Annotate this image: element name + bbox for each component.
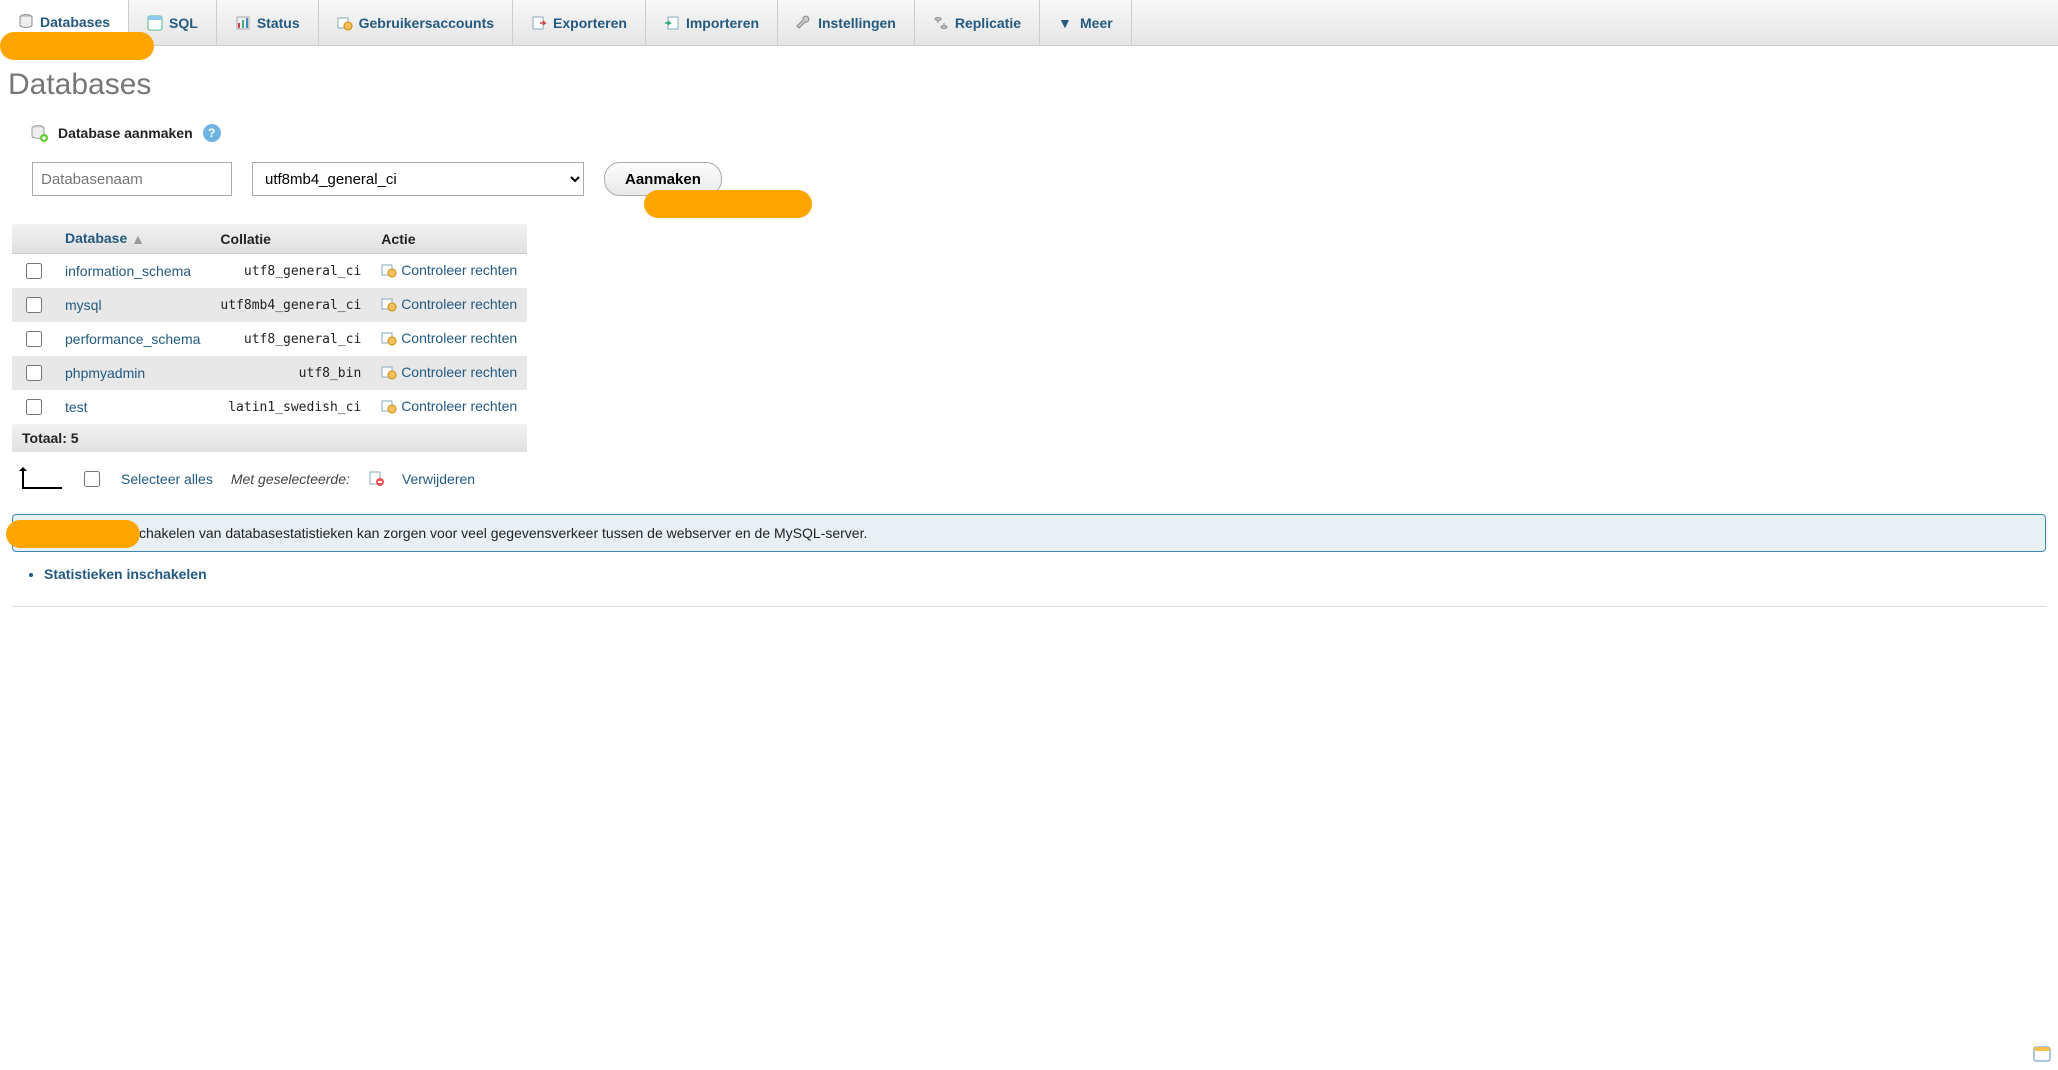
export-icon [531, 15, 547, 31]
delete-icon [368, 470, 384, 489]
triangle-down-icon: ▼ [1058, 15, 1074, 31]
row-checkbox[interactable] [26, 263, 42, 279]
replication-icon [933, 15, 949, 31]
tab-label: Instellingen [818, 15, 896, 31]
status-icon [235, 15, 251, 31]
database-name-input[interactable] [32, 162, 232, 196]
footer-note-icon[interactable] [2032, 1044, 2052, 1064]
users-icon [337, 15, 353, 31]
row-collation: utf8_bin [210, 356, 371, 390]
import-icon [664, 15, 680, 31]
check-privileges-link[interactable]: Controleer rechten [401, 296, 517, 312]
notice-box: Let op: het inschakelen van databasestat… [12, 514, 2046, 552]
tab-label: Databases [40, 14, 110, 30]
row-checkbox[interactable] [26, 365, 42, 381]
table-row: mysql utf8mb4_general_ci Controleer recht… [12, 288, 527, 322]
tab-label: Importeren [686, 15, 759, 31]
tab-label: Replicatie [955, 15, 1021, 31]
wrench-icon [796, 15, 812, 31]
page-title: Databases [8, 68, 2050, 102]
privileges-icon [381, 398, 397, 417]
help-icon[interactable]: ? [203, 124, 221, 142]
check-privileges-link[interactable]: Controleer rechten [401, 364, 517, 380]
tab-replication[interactable]: Replicatie [915, 0, 1040, 45]
row-checkbox[interactable] [26, 297, 42, 313]
enable-stats-link[interactable]: Statistieken inschakelen [44, 566, 207, 582]
tab-users[interactable]: Gebruikersaccounts [319, 0, 513, 45]
row-collation: latin1_swedish_ci [210, 390, 371, 424]
tab-label: Meer [1080, 15, 1113, 31]
database-link[interactable]: performance_schema [65, 331, 200, 347]
select-all-checkbox[interactable] [84, 471, 100, 487]
tab-import[interactable]: Importeren [646, 0, 778, 45]
sql-icon [147, 15, 163, 31]
table-row: performance_schema utf8_general_ci Contro… [12, 322, 527, 356]
table-row: phpmyadmin utf8_bin Controleer rechten [12, 356, 527, 390]
tab-status[interactable]: Status [217, 0, 319, 45]
privileges-icon [381, 296, 397, 315]
create-database-heading: Database aanmaken ? [30, 124, 2050, 142]
row-collation: utf8mb4_general_ci [210, 288, 371, 322]
row-checkbox[interactable] [26, 331, 42, 347]
warning-icon [27, 525, 43, 541]
privileges-icon [381, 330, 397, 349]
check-privileges-link[interactable]: Controleer rechten [401, 330, 517, 346]
tab-label: Status [257, 15, 300, 31]
database-link[interactable]: test [65, 399, 88, 415]
with-selected-label: Met geselecteerde: [231, 471, 350, 487]
col-database[interactable]: Database ▲ [55, 224, 210, 254]
tab-databases[interactable]: Databases [0, 0, 129, 46]
check-privileges-link[interactable]: Controleer rechten [401, 398, 517, 414]
tab-label: SQL [169, 15, 198, 31]
row-collation: utf8_general_ci [210, 322, 371, 356]
database-icon [18, 14, 34, 30]
privileges-icon [381, 262, 397, 281]
top-tab-bar: Databases SQL Status Gebruikersaccounts … [0, 0, 2058, 46]
select-all-link[interactable]: Selecteer alles [121, 471, 213, 487]
tab-settings[interactable]: Instellingen [778, 0, 915, 45]
database-link[interactable]: information_schema [65, 263, 191, 279]
col-collation: Collatie [210, 224, 371, 254]
row-checkbox[interactable] [26, 399, 42, 415]
notice-text: Let op: het inschakelen van databasestat… [51, 525, 867, 541]
select-arrow-icon [22, 469, 62, 489]
tab-export[interactable]: Exporteren [513, 0, 646, 45]
database-link[interactable]: phpmyadmin [65, 365, 145, 381]
create-database-label: Database aanmaken [58, 125, 193, 141]
new-database-icon [30, 124, 48, 142]
create-button[interactable]: Aanmaken [604, 162, 722, 196]
delete-link[interactable]: Verwijderen [402, 471, 475, 487]
row-collation: utf8_general_ci [210, 254, 371, 289]
table-row: test latin1_swedish_ci Controleer rechten [12, 390, 527, 424]
sort-asc-icon: ▲ [131, 231, 145, 247]
database-link[interactable]: mysql [65, 297, 102, 313]
tab-label: Exporteren [553, 15, 627, 31]
total-row: Totaal: 5 [12, 424, 527, 452]
table-row: information_schema utf8_general_ci Contro… [12, 254, 527, 289]
tab-sql[interactable]: SQL [129, 0, 217, 45]
tab-label: Gebruikersaccounts [359, 15, 494, 31]
privileges-icon [381, 364, 397, 383]
tab-more[interactable]: ▼ Meer [1040, 0, 1132, 45]
col-action: Actie [371, 224, 527, 254]
check-privileges-link[interactable]: Controleer rechten [401, 262, 517, 278]
collation-select[interactable]: utf8mb4_general_ci [252, 162, 584, 196]
database-table: Database ▲ Collatie Actie information_sc… [12, 224, 527, 452]
